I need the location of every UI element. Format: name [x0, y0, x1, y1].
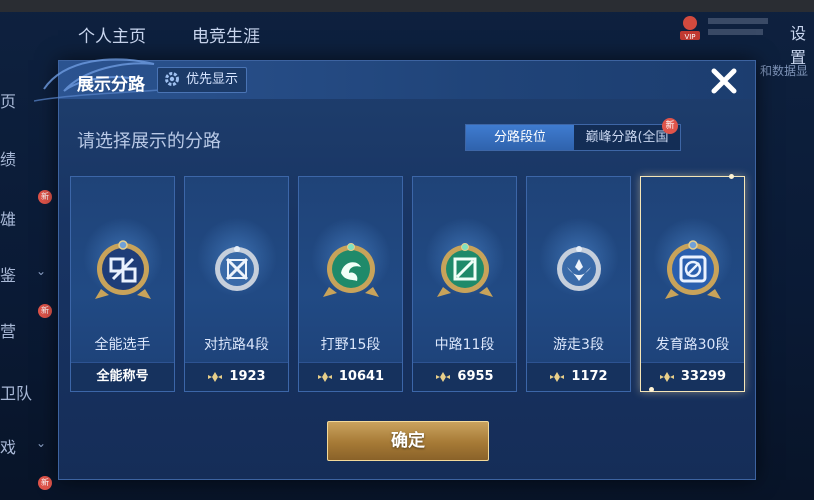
- priority-display-label: 优先显示: [186, 72, 239, 87]
- bg-tab-profile[interactable]: 个人主页: [78, 22, 146, 47]
- lane-name: 中路11段: [434, 337, 495, 353]
- bg-left-item[interactable]: 雄: [0, 206, 16, 230]
- rank-points-icon: [659, 371, 674, 382]
- allround-badge-icon: [95, 240, 151, 299]
- farm-lane-badge-icon: [665, 240, 721, 299]
- bg-left-item[interactable]: 卫队: [0, 380, 32, 404]
- bg-new-badge: 新: [38, 476, 52, 490]
- lane-score-value: 全能称号: [96, 369, 149, 384]
- lane-name: 发育路30段: [655, 337, 730, 353]
- rank-points-icon: [208, 371, 223, 382]
- lane-name: 全能选手: [94, 337, 151, 353]
- top-status-bar: [0, 0, 814, 12]
- selection-corner: [649, 387, 654, 392]
- lane-score: 全能称号: [71, 362, 174, 391]
- bg-settings-link[interactable]: 设置: [790, 20, 814, 68]
- lane-score: 6955: [413, 362, 516, 391]
- bg-tab-esports[interactable]: 电竞生涯: [192, 22, 260, 47]
- clash-lane-badge-icon: [215, 246, 259, 291]
- bg-left-item[interactable]: 鉴: [0, 262, 16, 286]
- roam-badge-icon: [557, 246, 601, 291]
- rank-points-icon: [436, 371, 451, 382]
- lane-card-roam[interactable]: 游走3段 1172: [526, 176, 631, 392]
- lane-name: 游走3段: [553, 337, 604, 353]
- lane-score-value: 6955: [457, 369, 494, 384]
- svg-text:VIP: VIP: [684, 33, 695, 41]
- chevron-down-icon: ⌄: [36, 264, 47, 278]
- lane-card-jungle[interactable]: 打野15段 10641: [298, 176, 403, 392]
- rank-points-icon: [317, 371, 332, 382]
- view-toggle: 分路段位 巅峰分路(全国 新: [465, 118, 681, 151]
- bg-left-item[interactable]: 戏: [0, 434, 16, 458]
- new-badge: 新: [662, 118, 678, 134]
- chevron-down-icon: ⌄: [36, 436, 47, 450]
- bg-left-item[interactable]: 页: [0, 88, 16, 112]
- bg-left-item[interactable]: 营: [0, 318, 16, 342]
- priority-display-button[interactable]: 优先显示: [157, 67, 248, 93]
- gear-icon: [165, 72, 179, 86]
- lane-score: 10641: [299, 362, 402, 391]
- lane-score-value: 1923: [229, 369, 266, 384]
- jungle-badge-icon: [323, 243, 379, 297]
- lane-card-farm-selected[interactable]: 发育路30段 33299: [640, 174, 745, 392]
- bg-side-text: 和数据显: [760, 64, 809, 78]
- lane-score-value: 33299: [680, 369, 727, 384]
- mid-lane-badge-icon: [437, 243, 493, 297]
- bg-new-badge: 新: [38, 190, 52, 204]
- lane-card-mid[interactable]: 中路11段 6955: [412, 176, 517, 392]
- selection-corner: [729, 174, 734, 179]
- lane-score: 1172: [527, 362, 630, 391]
- lane-display-dialog: 展示分路 优先显示 请选择展示的分路 分路段位 巅峰分路(全国 新 全能选手 全…: [34, 58, 756, 480]
- confirm-button[interactable]: 确定: [327, 421, 489, 461]
- bg-new-badge: 新: [38, 304, 52, 318]
- close-icon[interactable]: [707, 64, 741, 98]
- lane-name: 对抗路4段: [204, 337, 269, 353]
- tab-lane-rank[interactable]: 分路段位: [466, 125, 574, 150]
- dialog-subtitle: 请选择展示的分路: [77, 131, 221, 152]
- lane-score-value: 10641: [338, 369, 385, 384]
- lane-card-clash[interactable]: 对抗路4段 1923: [184, 176, 289, 392]
- lane-card-allround[interactable]: 全能选手 全能称号: [70, 176, 175, 392]
- bg-left-item[interactable]: 绩: [0, 146, 16, 170]
- lane-name: 打野15段: [320, 337, 381, 353]
- lane-score: 1923: [185, 362, 288, 391]
- dialog-title: 展示分路: [77, 75, 145, 95]
- lane-score-value: 1172: [571, 369, 608, 384]
- lane-score: 33299: [641, 362, 744, 391]
- vip-icon[interactable]: VIP: [678, 12, 774, 42]
- rank-points-icon: [550, 371, 565, 382]
